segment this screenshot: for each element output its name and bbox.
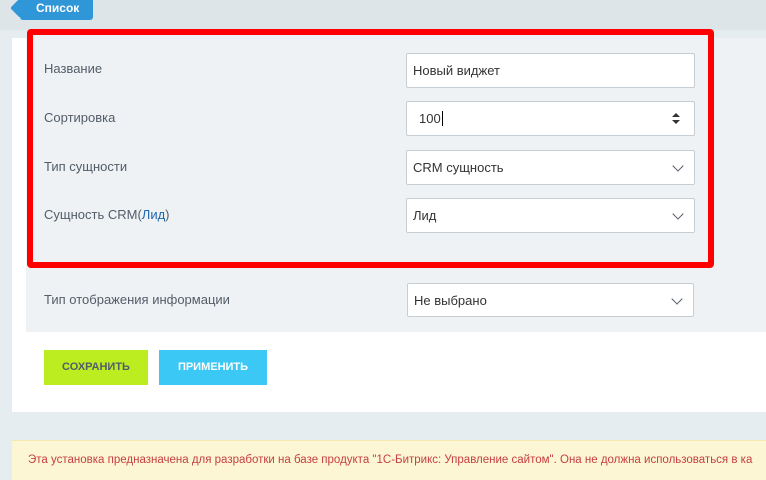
- top-toolbar: [0, 0, 766, 30]
- entity-type-label: Тип сущности: [44, 159, 128, 174]
- display-type-value: Не выбрано: [414, 293, 487, 308]
- sort-label: Сортировка: [44, 110, 116, 125]
- sort-input-value: 100: [419, 111, 441, 126]
- crm-entity-label-prefix: Сущность CRM(: [44, 207, 142, 222]
- list-back-button[interactable]: Список: [20, 0, 94, 20]
- name-label: Название: [44, 61, 103, 76]
- list-button-label: Список: [36, 1, 80, 15]
- crm-entity-label-suffix: ): [165, 207, 170, 222]
- apply-button[interactable]: ПРИМЕНИТЬ: [159, 350, 267, 385]
- name-input[interactable]: Новый виджет: [406, 53, 695, 88]
- text-cursor: [441, 111, 443, 126]
- spinner-arrows-icon[interactable]: [672, 112, 680, 126]
- crm-entity-select[interactable]: Лид: [406, 198, 695, 233]
- entity-type-value: CRM сущность: [413, 160, 504, 175]
- crm-entity-value: Лид: [413, 208, 437, 223]
- crm-entity-label: Сущность CRM(Лид): [44, 207, 170, 222]
- sort-number-input[interactable]: 100: [406, 101, 695, 136]
- display-type-select[interactable]: Не выбрано: [407, 283, 694, 317]
- save-button[interactable]: СОХРАНИТЬ: [44, 350, 148, 385]
- entity-type-select[interactable]: CRM сущность: [406, 150, 695, 185]
- display-type-label: Тип отображения информации: [44, 292, 230, 307]
- crm-entity-label-link[interactable]: Лид: [142, 207, 165, 222]
- license-notice: Эта установка предназначена для разработ…: [12, 440, 766, 480]
- name-input-value: Новый виджет: [413, 63, 500, 78]
